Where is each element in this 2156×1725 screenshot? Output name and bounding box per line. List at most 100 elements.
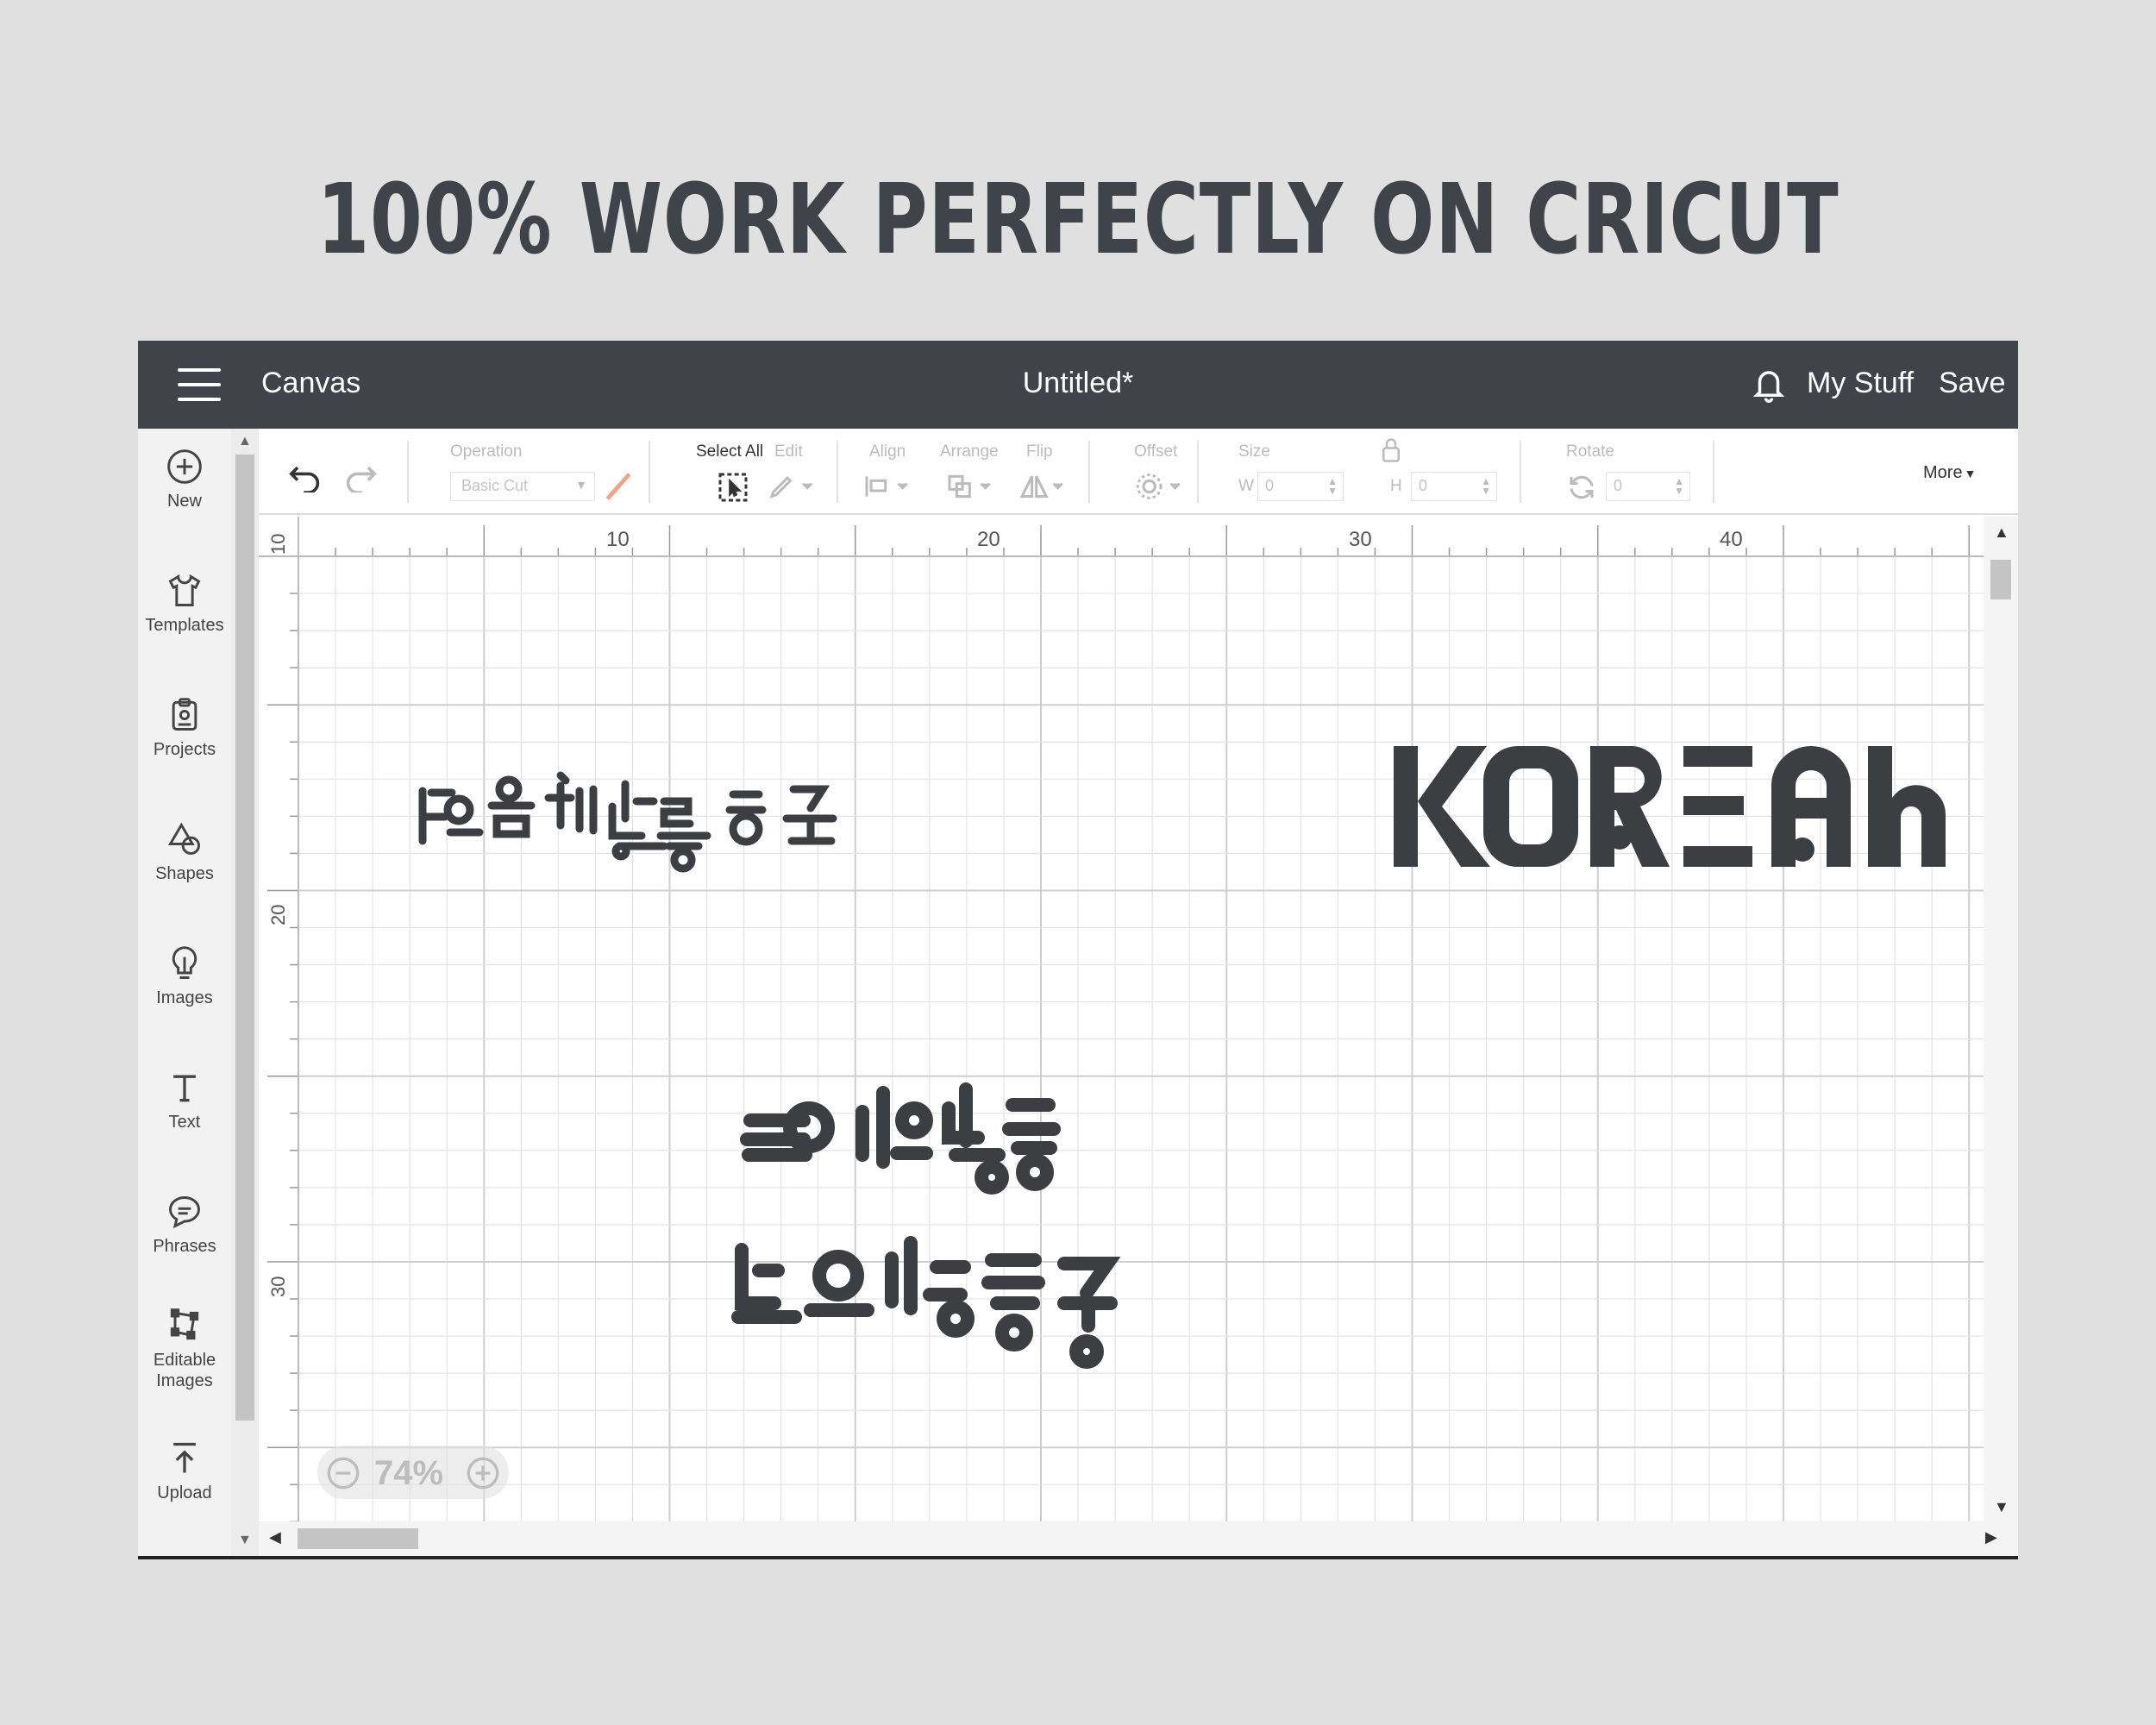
edit-toolbar: Operation Basic Cut ▼ Select All Edit Ali… [259, 429, 2018, 515]
canvas-horizontal-scrollbar[interactable]: ◀ ▶ [259, 1521, 2018, 1556]
flip-icon[interactable] [1018, 472, 1069, 501]
stepper-icon[interactable]: ▲ ▼ [1674, 476, 1684, 496]
toolbar-separator [1197, 441, 1199, 503]
operation-select[interactable]: Basic Cut ▼ [450, 472, 595, 501]
ruler-left-label: 30 [267, 1276, 289, 1297]
sidebar-item-label-line2: Images [156, 1371, 213, 1390]
ruler-top-label: 40 [1720, 528, 1743, 551]
offset-icon[interactable] [1135, 472, 1187, 501]
rotate-input[interactable]: 0 ▲ ▼ [1606, 472, 1690, 501]
width-label: W [1238, 477, 1254, 495]
sidebar-scrollbar[interactable]: ▲ ▼ [231, 429, 259, 1556]
height-label: H [1390, 477, 1402, 495]
sidebar-item-editable-images[interactable]: Editable Images [138, 1307, 231, 1391]
width-input[interactable]: 0 ▲ ▼ [1257, 472, 1344, 501]
sidebar-item-text[interactable]: Text [138, 1069, 231, 1132]
my-stuff-link[interactable]: My Stuff [1807, 367, 1914, 400]
caret-down-icon: ▼ [1964, 467, 1977, 480]
undo-icon[interactable] [286, 461, 324, 492]
ruler-ticks [267, 525, 1970, 1521]
ruler-top-label: 20 [977, 528, 1000, 551]
cricut-design-space-window: Canvas Untitled* My Stuff Save New Templ… [138, 341, 2018, 1559]
redo-icon[interactable] [342, 461, 379, 492]
offset-label: Offset [1134, 442, 1178, 461]
sidebar-item-projects[interactable]: Projects [138, 696, 231, 760]
sidebar-item-label: Templates [145, 616, 224, 635]
sidebar-item-label: Editable [153, 1351, 216, 1370]
sidebar-item-label: New [166, 492, 202, 511]
speech-bubble-icon [169, 1196, 200, 1229]
sidebar-scroll-thumb[interactable] [235, 455, 254, 1421]
toolbar-separator [1520, 441, 1521, 503]
align-label: Align [869, 442, 906, 461]
sidebar-item-templates[interactable]: Templates [138, 572, 231, 636]
scroll-up-icon[interactable]: ▲ [238, 434, 252, 449]
toolbar-separator [407, 441, 409, 503]
shapes-icon [167, 822, 200, 855]
align-icon[interactable] [862, 472, 914, 501]
lock-icon[interactable] [1380, 437, 1402, 463]
more-menu-button[interactable]: More ▼ [1923, 463, 1976, 483]
zoom-out-icon[interactable] [326, 1456, 360, 1490]
ruler-left-label: 20 [267, 905, 289, 925]
sidebar-item-label: Projects [153, 740, 216, 759]
zoom-in-icon[interactable] [466, 1456, 500, 1490]
sidebar-item-shapes[interactable]: Shapes [138, 820, 231, 884]
scroll-up-icon[interactable]: ▲ [1994, 524, 2009, 542]
arrange-icon[interactable] [945, 472, 997, 501]
operation-value: Basic Cut [461, 477, 529, 494]
chevron-down-icon: ▼ [575, 478, 587, 492]
ruler-top-label: 10 [606, 528, 630, 551]
sidebar-item-label: Images [156, 988, 213, 1007]
editable-images-icon [170, 1308, 199, 1340]
rotate-label: Rotate [1566, 442, 1614, 461]
sidebar-item-images[interactable]: Images [138, 944, 231, 1008]
rotate-value: 0 [1614, 477, 1623, 494]
scroll-down-icon[interactable]: ▼ [1994, 1498, 2009, 1516]
grid-lines [259, 517, 1984, 1521]
height-input[interactable]: 0 ▲ ▼ [1411, 472, 1497, 501]
select-all-icon[interactable] [716, 470, 750, 505]
clipboard-icon [172, 698, 197, 731]
text-icon [173, 1075, 196, 1102]
stepper-icon[interactable]: ▲ ▼ [1481, 476, 1491, 496]
scroll-down-icon[interactable]: ▼ [238, 1533, 252, 1548]
shirt-icon [168, 574, 201, 606]
toolbar-separator [1713, 441, 1714, 503]
stepper-icon[interactable]: ▲ ▼ [1327, 476, 1338, 496]
save-button[interactable]: Save [1939, 367, 2006, 400]
operation-label: Operation [450, 442, 523, 461]
korean-latin-design[interactable] [1394, 746, 1946, 867]
horizontal-scroll-thumb[interactable] [298, 1528, 418, 1549]
scroll-left-icon[interactable]: ◀ [269, 1528, 281, 1546]
ruler-top-label: 30 [1349, 528, 1372, 551]
sidebar-item-new[interactable]: New [138, 448, 231, 511]
sidebar-item-label: Phrases [153, 1237, 216, 1256]
design-canvas[interactable]: 10 20 30 40 10 20 30 74% [259, 517, 1984, 1521]
rotate-icon[interactable] [1566, 472, 1597, 503]
zoom-control: 74% [317, 1446, 509, 1499]
canvas-grid: 10 20 30 40 10 20 30 [259, 517, 1984, 1521]
left-sidebar: New Templates Projects Shapes Images Tex… [138, 429, 231, 1556]
sidebar-item-label: Shapes [155, 864, 214, 883]
hangul-design-bold[interactable] [731, 1082, 1121, 1369]
document-title: Untitled* [1022, 367, 1134, 399]
select-all-label: Select All [696, 442, 764, 461]
width-value: 0 [1265, 477, 1275, 494]
linetype-color-icon[interactable] [602, 470, 635, 503]
edit-pencil-icon[interactable] [768, 472, 816, 501]
vertical-scroll-thumb[interactable] [1990, 560, 2011, 599]
bell-icon[interactable] [1751, 365, 1787, 405]
edit-label: Edit [774, 442, 803, 461]
sidebar-item-phrases[interactable]: Phrases [138, 1193, 231, 1257]
sidebar-item-label: Text [168, 1113, 201, 1132]
canvas-vertical-scrollbar[interactable]: ▲ ▼ [1984, 517, 2018, 1521]
scroll-right-icon[interactable]: ▶ [1985, 1528, 1997, 1546]
sidebar-item-upload[interactable]: Upload [138, 1440, 231, 1503]
flip-label: Flip [1026, 442, 1053, 461]
toolbar-separator [649, 441, 650, 503]
upload-icon [173, 1442, 196, 1473]
arrange-label: Arrange [940, 442, 999, 461]
more-label: More [1923, 463, 1963, 482]
top-bar: Canvas Untitled* My Stuff Save [138, 341, 2018, 429]
